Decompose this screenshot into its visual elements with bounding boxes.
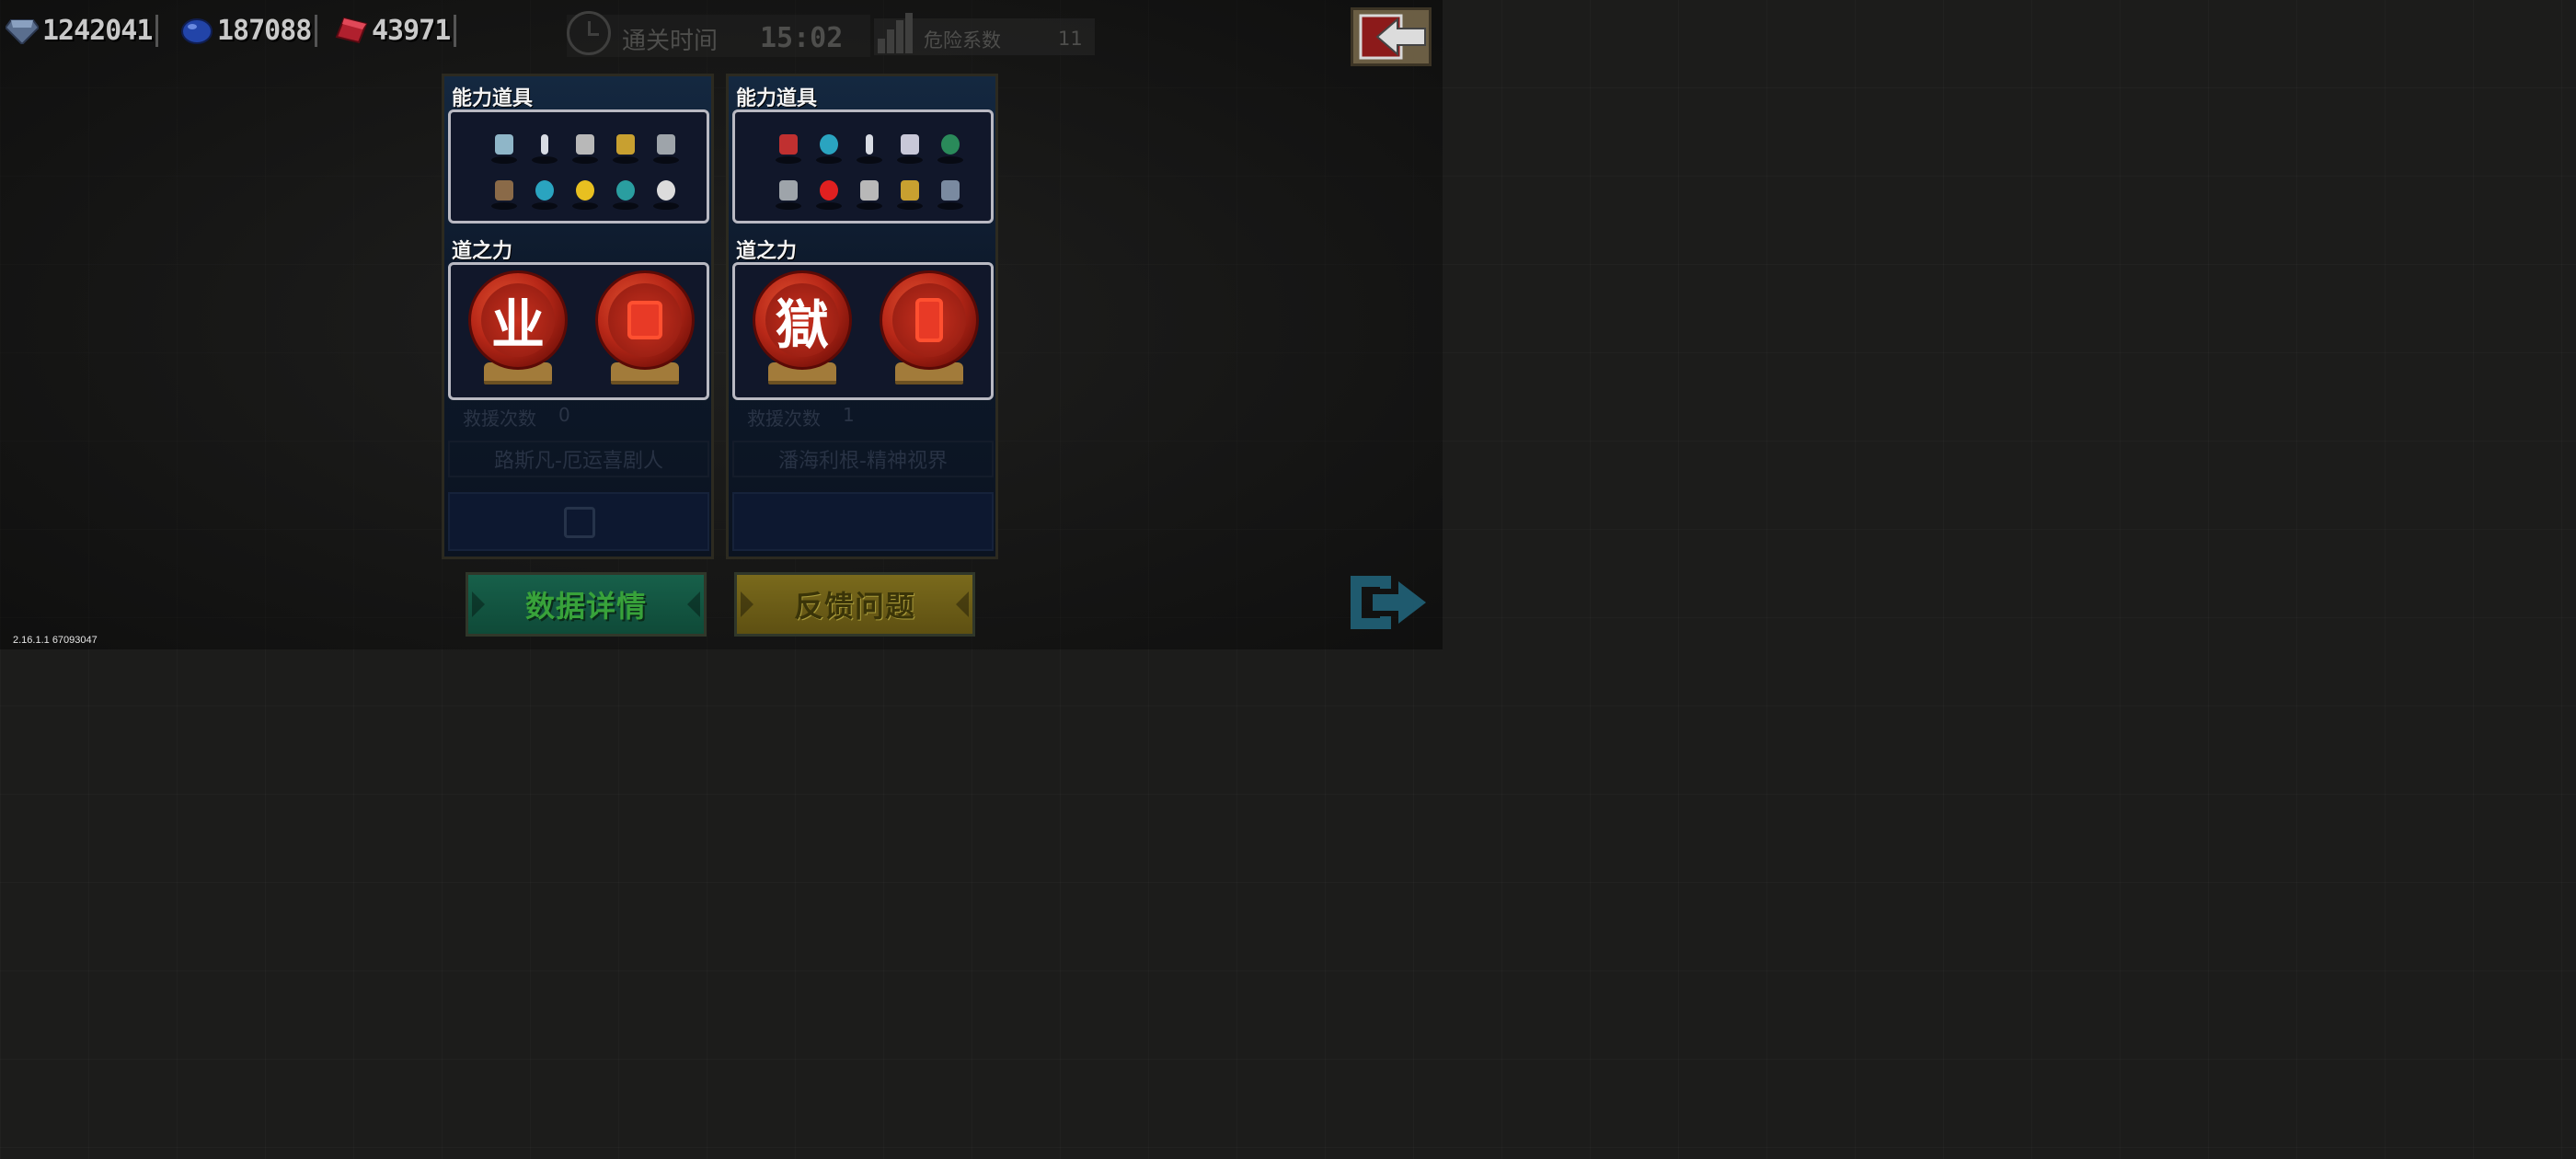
golden-gauntlet-icon[interactable] xyxy=(605,125,646,166)
items-title: 能力道具 xyxy=(452,87,534,110)
cleaver-icon[interactable] xyxy=(849,171,890,212)
currency-diamond: 1242041 xyxy=(6,13,159,48)
items-grid xyxy=(768,125,971,212)
exit-arrow-icon xyxy=(1359,14,1426,60)
currency-red: 43971 xyxy=(335,13,457,48)
time-value: 15:02 xyxy=(760,22,844,54)
claws-icon[interactable] xyxy=(768,171,809,212)
currency-blue: 187088 xyxy=(180,13,318,48)
clock-icon xyxy=(567,11,611,55)
danger-value: 11 xyxy=(1058,28,1083,50)
power-title: 道之力 xyxy=(452,240,513,263)
prison-orb-icon[interactable]: 獄 xyxy=(748,270,857,390)
crimson-glyph-orb-icon[interactable] xyxy=(591,270,699,390)
power-glyph: 獄 xyxy=(765,283,839,357)
axe-icon[interactable] xyxy=(484,125,524,166)
dagger-icon[interactable] xyxy=(524,125,565,166)
vote-slot[interactable] xyxy=(732,492,994,551)
feedback-button[interactable]: 反馈问题 xyxy=(734,572,975,637)
stopwatch-icon[interactable] xyxy=(605,171,646,212)
amulet-icon[interactable] xyxy=(524,171,565,212)
blue-gem-icon xyxy=(181,18,213,44)
like-button[interactable] xyxy=(448,492,709,551)
red-bomb-icon[interactable] xyxy=(809,171,849,212)
gold-coin-icon[interactable] xyxy=(565,171,605,212)
skull-mask-icon[interactable] xyxy=(646,171,686,212)
items-grid xyxy=(484,125,686,212)
sickle-icon[interactable] xyxy=(930,171,971,212)
version-label: 2.16.1.1 67093047 xyxy=(13,635,98,646)
blue-gem-count: 187088 xyxy=(217,14,318,47)
build-name: 潘海利根-精神视界 xyxy=(732,441,994,477)
thumbs-up-icon xyxy=(564,507,595,538)
drum-icon[interactable] xyxy=(768,125,809,166)
rescue-value: 1 xyxy=(843,404,855,426)
player-panel-2: 能力道具 道之力 獄 救援次数 1 潘海利根-精神视界 xyxy=(726,74,998,559)
dagger-icon[interactable] xyxy=(849,125,890,166)
horn-icon[interactable] xyxy=(484,171,524,212)
items-title: 能力道具 xyxy=(736,87,818,110)
amulet-icon[interactable] xyxy=(809,125,849,166)
danger-label: 危险系数 xyxy=(924,29,1001,52)
golden-gauntlet-icon[interactable] xyxy=(890,171,930,212)
diamond-icon xyxy=(6,19,39,44)
red-gem-icon xyxy=(335,17,368,44)
background-vignette xyxy=(0,0,1443,649)
data-details-button[interactable]: 数据详情 xyxy=(466,572,707,637)
green-pot-icon[interactable] xyxy=(930,125,971,166)
diamond-count: 1242041 xyxy=(42,14,159,47)
power-box: 业 xyxy=(448,262,709,400)
cleaver-icon[interactable] xyxy=(565,125,605,166)
danger-bars-icon xyxy=(878,13,913,53)
leave-icon[interactable] xyxy=(1345,570,1430,635)
red-gem-count: 43971 xyxy=(372,14,457,47)
karma-orb-icon[interactable]: 业 xyxy=(464,270,572,390)
power-title: 道之力 xyxy=(736,240,798,263)
power-box: 獄 xyxy=(732,262,994,400)
drone-icon[interactable] xyxy=(890,125,930,166)
claws-icon[interactable] xyxy=(646,125,686,166)
exit-button[interactable] xyxy=(1351,7,1432,66)
items-box xyxy=(448,109,709,224)
player-panel-1: 能力道具 道之力 业 救援次数 0 路斯凡-厄运喜剧人 xyxy=(442,74,714,559)
items-box xyxy=(732,109,994,224)
build-name: 路斯凡-厄运喜剧人 xyxy=(448,441,709,477)
time-label: 通关时间 xyxy=(622,28,719,55)
power-glyph: 业 xyxy=(481,283,555,357)
totem-orb-icon[interactable] xyxy=(875,270,983,390)
